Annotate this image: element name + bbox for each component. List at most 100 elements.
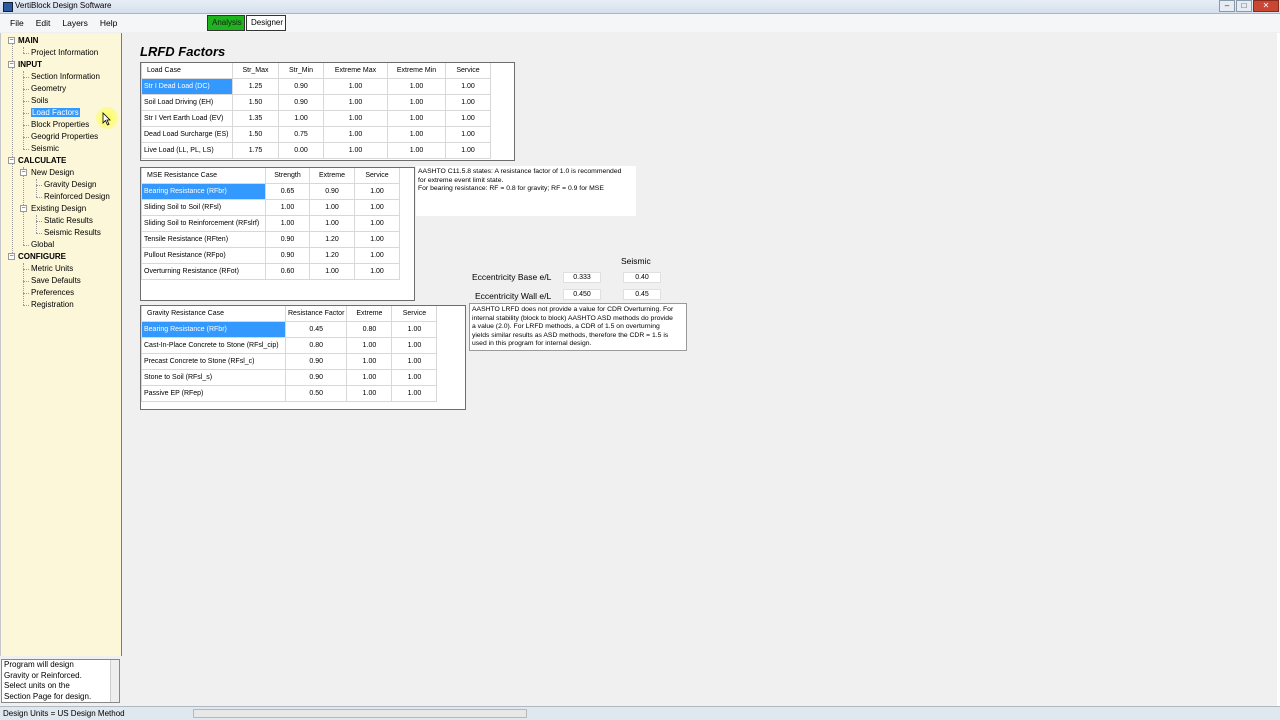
factor-cell[interactable]: 1.00	[346, 368, 393, 386]
menu-file[interactable]: File	[0, 14, 30, 32]
factor-cell[interactable]: 1.00	[391, 368, 438, 386]
factor-cell[interactable]: 0.50	[284, 384, 348, 402]
tree-item-preferences[interactable]: Preferences	[31, 287, 74, 298]
table-row[interactable]: Str I Dead Load (DC) 1.25 0.90 1.00 1.00 1.00	[141, 77, 491, 95]
tree-item-geometry[interactable]: Geometry	[31, 83, 66, 94]
factor-cell[interactable]: 1.00	[387, 77, 446, 95]
table-row[interactable]: Passive EP (RFep) 0.50 1.00 1.00	[141, 384, 438, 402]
tree-item-block-properties[interactable]: Block Properties	[31, 119, 89, 130]
tree-item-project-information[interactable]: Project Information	[31, 47, 98, 58]
table-row[interactable]: Cast-In-Place Concrete to Stone (RFsl_ci…	[141, 336, 438, 354]
factor-cell[interactable]: 1.35	[232, 109, 279, 127]
factor-cell[interactable]: 0.75	[278, 125, 324, 143]
factor-cell[interactable]: 0.90	[278, 93, 324, 111]
case-name-cell[interactable]: Soil Load Driving (EH)	[141, 93, 233, 111]
factor-cell[interactable]: 1.00	[323, 125, 388, 143]
case-name-cell[interactable]: Tensile Resistance (RFten)	[141, 230, 266, 248]
factor-cell[interactable]: 1.00	[387, 125, 446, 143]
factor-cell[interactable]: 1.00	[346, 352, 393, 370]
case-name-cell[interactable]: Bearing Resistance (RFbr)	[141, 182, 266, 200]
tree-item-static-results[interactable]: Static Results	[44, 215, 93, 226]
tree-section-calculate[interactable]: CALCULATE	[18, 155, 66, 166]
factor-cell[interactable]: 0.90	[284, 352, 348, 370]
table-row[interactable]: Sliding Soil to Reinforcement (RFslrf) 1.…	[141, 214, 400, 232]
factor-cell[interactable]: 1.00	[387, 93, 446, 111]
table-row[interactable]: Soil Load Driving (EH) 1.50 0.90 1.00 1.00 1.…	[141, 93, 491, 111]
factor-cell[interactable]: 1.00	[265, 214, 310, 232]
case-name-cell[interactable]: Sliding Soil to Soil (RFsl)	[141, 198, 266, 216]
tree-item-soils[interactable]: Soils	[31, 95, 48, 106]
table-row[interactable]: Precast Concrete to Stone (RFsl_c) 0.90 1.…	[141, 352, 438, 370]
maximize-button[interactable]: □	[1236, 0, 1252, 12]
collapse-icon[interactable]: −	[20, 205, 27, 212]
factor-cell[interactable]: 1.50	[232, 125, 279, 143]
help-scrollbar[interactable]	[110, 660, 119, 702]
eccentricity-wall-seismic-input[interactable]: 0.45	[623, 289, 661, 300]
tree-section-main[interactable]: MAIN	[18, 35, 38, 46]
case-name-cell[interactable]: Precast Concrete to Stone (RFsl_c)	[141, 352, 286, 370]
factor-cell[interactable]: 1.00	[445, 109, 491, 127]
tree-item-seismic[interactable]: Seismic	[31, 143, 59, 154]
factor-cell[interactable]: 1.00	[445, 93, 491, 111]
designer-mode-button[interactable]: Designer	[246, 15, 286, 31]
factor-cell[interactable]: 1.00	[323, 109, 388, 127]
tree-item-new-design[interactable]: New Design	[31, 167, 74, 178]
factor-cell[interactable]: 1.00	[445, 77, 491, 95]
factor-cell[interactable]: 1.00	[354, 262, 400, 280]
factor-cell[interactable]: 0.90	[284, 368, 348, 386]
case-name-cell[interactable]: Str I Vert Earth Load (EV)	[141, 109, 233, 127]
tree-item-geogrid-properties[interactable]: Geogrid Properties	[31, 131, 98, 142]
eccentricity-base-seismic-input[interactable]: 0.40	[623, 272, 661, 283]
factor-cell[interactable]: 1.00	[387, 141, 446, 159]
factor-cell[interactable]: 1.00	[391, 320, 438, 338]
factor-cell[interactable]: 1.00	[346, 384, 393, 402]
menu-edit[interactable]: Edit	[30, 14, 57, 32]
factor-cell[interactable]: 0.45	[284, 320, 348, 338]
factor-cell[interactable]: 1.00	[265, 198, 310, 216]
case-name-cell[interactable]: Sliding Soil to Reinforcement (RFslrf)	[141, 214, 266, 232]
tree-item-reinforced-design[interactable]: Reinforced Design	[44, 191, 110, 202]
case-name-cell[interactable]: Passive EP (RFep)	[141, 384, 286, 402]
factor-cell[interactable]: 1.00	[445, 141, 491, 159]
table-row[interactable]: Str I Vert Earth Load (EV) 1.35 1.00 1.00 1.…	[141, 109, 491, 127]
factor-cell[interactable]: 1.00	[354, 246, 400, 264]
case-name-cell[interactable]: Dead Load Surcharge (ES)	[141, 125, 233, 143]
case-name-cell[interactable]: Cast-In-Place Concrete to Stone (RFsl_ci…	[141, 336, 286, 354]
factor-cell[interactable]: 1.00	[391, 352, 438, 370]
menu-help[interactable]: Help	[94, 14, 123, 32]
factor-cell[interactable]: 1.00	[354, 182, 400, 200]
close-button[interactable]: ✕	[1253, 0, 1279, 12]
factor-cell[interactable]: 1.00	[323, 77, 388, 95]
factor-cell[interactable]: 1.50	[232, 93, 279, 111]
minimize-button[interactable]: –	[1219, 0, 1235, 12]
factor-cell[interactable]: 1.00	[323, 93, 388, 111]
case-name-cell[interactable]: Str I Dead Load (DC)	[141, 77, 233, 95]
case-name-cell[interactable]: Stone to Soil (RFsl_s)	[141, 368, 286, 386]
factor-cell[interactable]: 1.00	[354, 198, 400, 216]
tree-item-load-factors[interactable]: Load Factors	[31, 107, 80, 118]
table-row[interactable]: Dead Load Surcharge (ES) 1.50 0.75 1.00 1.00…	[141, 125, 491, 143]
factor-cell[interactable]: 0.90	[278, 77, 324, 95]
analysis-mode-button[interactable]: Analysis	[207, 15, 245, 31]
collapse-icon[interactable]: −	[8, 253, 15, 260]
table-row[interactable]: Live Load (LL, PL, LS) 1.75 0.00 1.00 1.00 1.…	[141, 141, 491, 159]
factor-cell[interactable]: 1.00	[354, 230, 400, 248]
factor-cell[interactable]: 1.00	[387, 109, 446, 127]
factor-cell[interactable]: 1.00	[309, 214, 355, 232]
factor-cell[interactable]: 1.20	[309, 246, 355, 264]
collapse-icon[interactable]: −	[8, 37, 15, 44]
collapse-icon[interactable]: −	[20, 169, 27, 176]
table-row[interactable]: Overturning Resistance (RFot) 0.60 1.00 1.0…	[141, 262, 400, 280]
factor-cell[interactable]: 0.00	[278, 141, 324, 159]
factor-cell[interactable]: 1.00	[391, 384, 438, 402]
tree-item-gravity-design[interactable]: Gravity Design	[44, 179, 96, 190]
tree-section-input[interactable]: INPUT	[18, 59, 42, 70]
collapse-icon[interactable]: −	[8, 61, 15, 68]
table-row[interactable]: Tensile Resistance (RFten) 0.90 1.20 1.00	[141, 230, 400, 248]
table-row[interactable]: Pullout Resistance (RFpo) 0.90 1.20 1.00	[141, 246, 400, 264]
tree-item-seismic-results[interactable]: Seismic Results	[44, 227, 101, 238]
factor-cell[interactable]: 1.00	[309, 198, 355, 216]
factor-cell[interactable]: 1.00	[445, 125, 491, 143]
factor-cell[interactable]: 1.00	[323, 141, 388, 159]
case-name-cell[interactable]: Overturning Resistance (RFot)	[141, 262, 266, 280]
